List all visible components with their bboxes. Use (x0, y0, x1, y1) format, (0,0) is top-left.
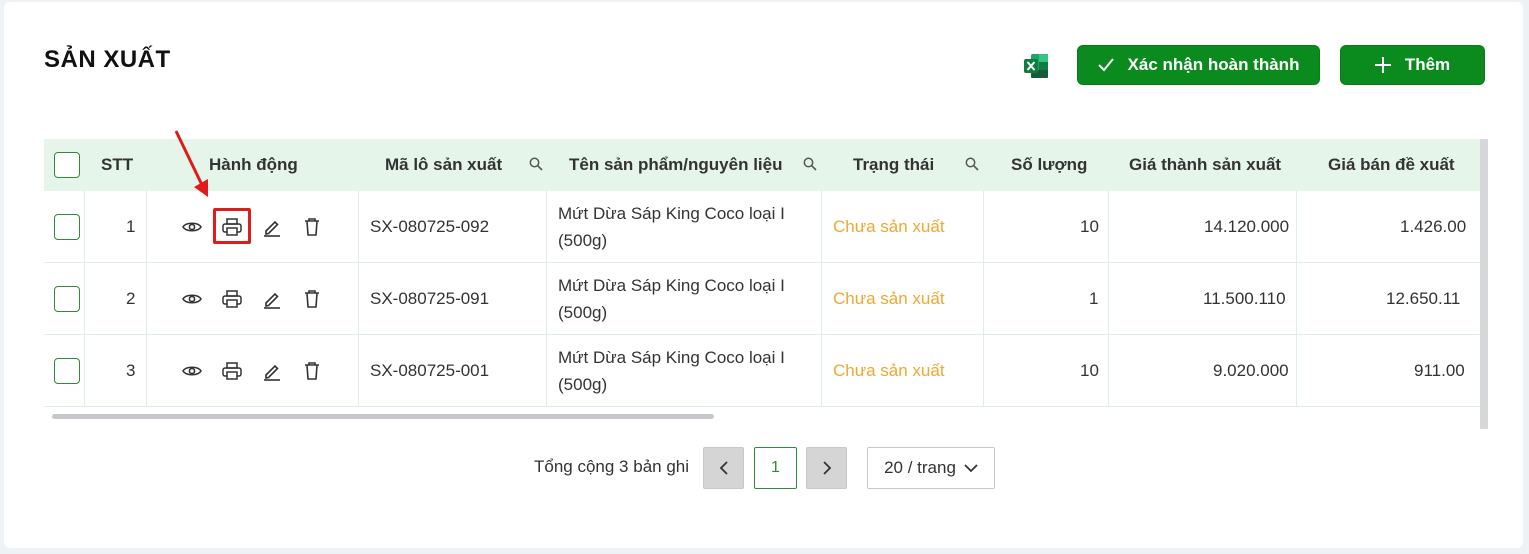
row-suggested-price: 1.426.00 (1400, 217, 1467, 236)
row-batch-code: SX-080725-001 (370, 361, 490, 380)
header-suggested-price: Giá bán đề xuất (1328, 155, 1455, 174)
chevron-right-icon (822, 461, 831, 475)
row-cost: 14.120.000 (1204, 217, 1290, 236)
row-batch-code: SX-080725-092 (370, 217, 490, 236)
page-size-select[interactable]: 20 / trang (867, 447, 995, 489)
trash-icon[interactable] (302, 289, 322, 309)
main-card: SẢN XUẤT Xác nhận hoàn thành Thêm STT Hà… (4, 2, 1523, 548)
trash-icon[interactable] (302, 217, 322, 237)
table-row: 3 SX-080725-001 Mứt Dừa Sáp King Coco lo… (44, 335, 1484, 407)
row-product-line2: (500g) (558, 303, 608, 322)
page-number-current[interactable]: 1 (754, 447, 797, 489)
row-stt: 2 (126, 289, 136, 308)
prev-page-button[interactable] (703, 447, 744, 489)
row-checkbox[interactable] (54, 214, 80, 240)
vertical-scrollbar[interactable] (1480, 139, 1488, 429)
total-records: Tổng cộng 3 bản ghi (534, 457, 690, 476)
header-status: Trạng thái (853, 155, 935, 174)
row-checkbox[interactable] (54, 358, 80, 384)
row-product-line2: (500g) (558, 375, 608, 394)
page-title: SẢN XUẤT (44, 46, 171, 73)
row-stt: 3 (126, 361, 136, 380)
row-quantity: 10 (1080, 217, 1099, 236)
header-quantity: Số lượng (1011, 155, 1088, 174)
row-product-line1: Mứt Dừa Sáp King Coco loại I (558, 204, 785, 223)
header-stt: STT (101, 155, 134, 174)
row-suggested-price: 911.00 (1414, 361, 1465, 380)
check-icon (1097, 58, 1114, 72)
status-badge: Chưa sản xuất (833, 361, 945, 380)
search-icon[interactable] (965, 157, 979, 171)
row-checkbox[interactable] (54, 286, 80, 312)
horizontal-scrollbar[interactable] (52, 414, 714, 419)
print-icon-highlight (213, 208, 251, 244)
header-cost: Giá thành sản xuất (1129, 155, 1282, 174)
production-table: STT Hành động Mã lô sản xuất Tên sản phẩ… (44, 139, 1484, 421)
status-badge: Chưa sản xuất (833, 217, 945, 236)
add-button[interactable]: Thêm (1340, 45, 1485, 85)
header-batch-code: Mã lô sản xuất (385, 155, 503, 174)
row-quantity: 10 (1080, 361, 1099, 380)
next-page-button[interactable] (806, 447, 847, 489)
print-icon[interactable] (222, 289, 242, 309)
table-header: STT Hành động Mã lô sản xuất Tên sản phẩ… (44, 139, 1484, 191)
search-icon[interactable] (529, 157, 543, 171)
row-suggested-price: 12.650.11 (1386, 289, 1461, 308)
edit-icon[interactable] (262, 361, 282, 381)
excel-export-icon[interactable] (1022, 52, 1050, 80)
print-icon[interactable] (222, 361, 242, 381)
row-batch-code: SX-080725-091 (370, 289, 490, 308)
chevron-left-icon (719, 461, 728, 475)
row-product-line1: Mứt Dừa Sáp King Coco loại I (558, 348, 785, 367)
edit-icon[interactable] (262, 217, 282, 237)
eye-icon[interactable] (182, 217, 202, 237)
header-product-name: Tên sản phẩm/nguyên liệu (569, 155, 783, 174)
trash-icon[interactable] (302, 361, 322, 381)
table-row: 1 SX-080725-092 Mứt Dừa Sáp King Coco lo… (44, 191, 1484, 263)
select-all-checkbox[interactable] (54, 139, 80, 191)
row-product-line2: (500g) (558, 231, 608, 250)
row-cost: 9.020.000 (1213, 361, 1289, 380)
page-size-label: 20 / trang (884, 458, 956, 477)
confirm-complete-button[interactable]: Xác nhận hoàn thành (1077, 45, 1320, 85)
row-stt: 1 (126, 217, 136, 236)
eye-icon[interactable] (182, 289, 202, 309)
add-button-label: Thêm (1404, 55, 1451, 74)
chevron-down-icon (964, 463, 978, 472)
eye-icon[interactable] (182, 361, 202, 381)
edit-icon[interactable] (262, 289, 282, 309)
table-row: 2 SX-080725-091 Mứt Dừa Sáp King Coco lo… (44, 263, 1484, 335)
row-product-line1: Mứt Dừa Sáp King Coco loại I (558, 276, 785, 295)
annotation-arrow (174, 130, 208, 197)
plus-icon (1374, 57, 1391, 73)
status-badge: Chưa sản xuất (833, 289, 945, 308)
row-cost: 11.500.110 (1203, 289, 1286, 308)
confirm-complete-label: Xác nhận hoàn thành (1127, 55, 1300, 74)
search-icon[interactable] (803, 157, 817, 171)
row-quantity: 1 (1089, 289, 1099, 308)
